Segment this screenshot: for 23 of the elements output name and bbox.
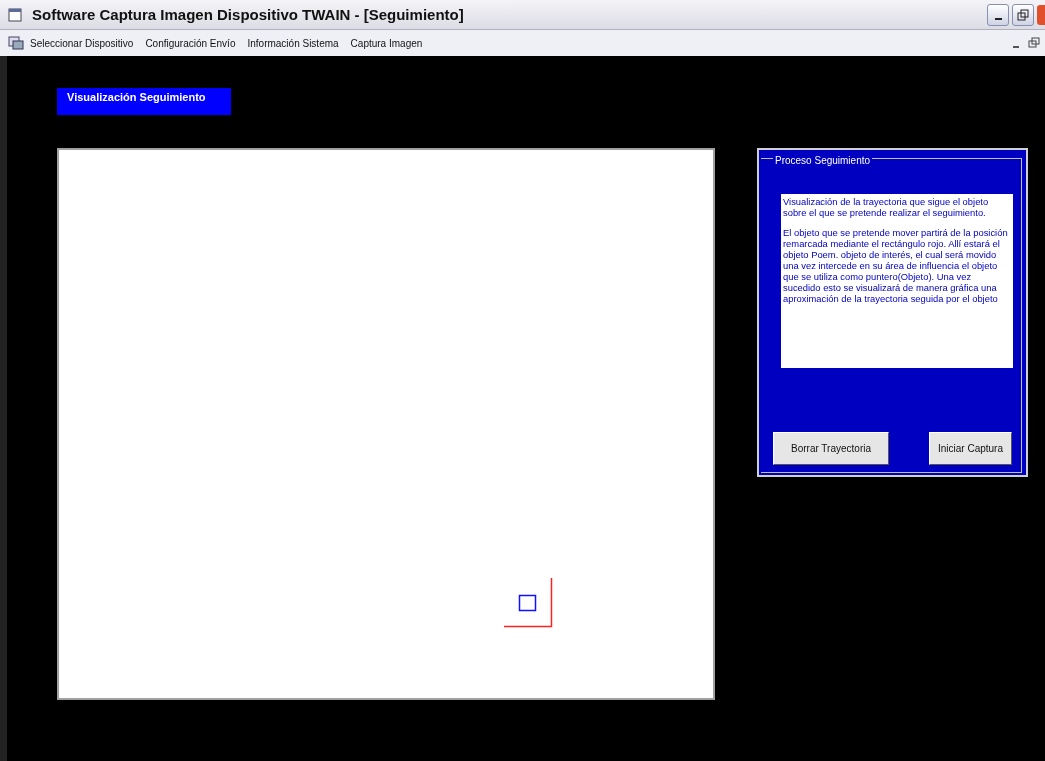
minimize-icon xyxy=(994,17,1002,20)
description-text: Visualización de la trayectoria que sigue el objeto sobre el que se pretende realizar el seguimiento. xyxy=(783,196,990,218)
menu-item[interactable]: Configuración Envío xyxy=(145,37,236,49)
view-label: Visualización Seguimiento xyxy=(57,88,231,115)
menu-item[interactable]: Información Sistema xyxy=(247,37,339,49)
pointer-square xyxy=(518,594,537,612)
close-button[interactable] xyxy=(1037,4,1045,25)
document-icon[interactable] xyxy=(8,36,24,50)
panel-title: Proceso Seguimiento xyxy=(773,155,873,166)
start-button[interactable]: Iniciar Captura xyxy=(928,432,1012,465)
description-text: El objeto que se pretende mover partirá de la posición remarcada mediante el rectángulo rojo. Allí estará el objeto Poem. objeto de interés, el cual será movido una vez intercede en su área de influencia el objeto que se utiliza como puntero(Objeto). Una vez sucedido esto se visualizará de manera gráfica una aproximación de la trayectoria seguida por el objeto xyxy=(783,227,1009,304)
minimize-button[interactable] xyxy=(987,3,1009,26)
menu-item[interactable]: Captura Imagen xyxy=(350,37,423,49)
app-icon xyxy=(8,7,22,22)
restore-button[interactable] xyxy=(1027,36,1041,50)
restore-icon xyxy=(1017,8,1029,21)
start-position-marker xyxy=(504,578,553,628)
restore-button[interactable] xyxy=(1012,3,1034,26)
restore-icon xyxy=(1028,37,1040,49)
minimize-icon xyxy=(1013,46,1019,48)
window-title: Software Captura Imagen Dispositivo TWAIN - [Seguimiento] xyxy=(32,6,465,23)
menu-item[interactable]: Seleccionar Dispositivo xyxy=(30,37,134,49)
clear-button[interactable]: Borrar Trayectoria xyxy=(773,432,889,465)
